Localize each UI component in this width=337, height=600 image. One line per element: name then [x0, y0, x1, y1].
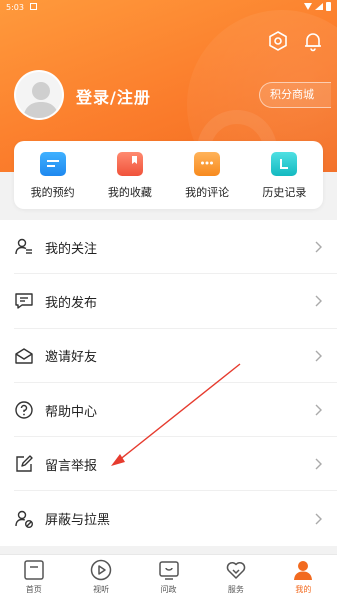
chevron-right-icon	[315, 404, 322, 416]
tab-label: 问政	[160, 585, 177, 594]
battery-icon	[326, 2, 331, 11]
person-list-icon	[15, 238, 32, 255]
quick-action-label: 我的预约	[30, 186, 75, 199]
notification-icon	[30, 3, 37, 10]
help-icon	[15, 401, 33, 419]
calendar-icon	[39, 152, 66, 176]
bottom-tab-bar: 首页 视听 问政 服务 我的	[0, 554, 337, 600]
tab-label: 我的	[295, 585, 312, 594]
edit-icon	[16, 455, 33, 473]
settings-icon[interactable]	[267, 30, 289, 52]
play-icon	[90, 559, 112, 581]
menu-item-label: 帮助中心	[45, 404, 98, 420]
menu-item-label: 我的发布	[45, 295, 98, 311]
envelope-icon	[15, 348, 33, 364]
tab-mine[interactable]: 我的	[270, 555, 337, 600]
quick-action-label: 我的评论	[185, 186, 230, 199]
menu-item-label: 我的关注	[45, 241, 98, 257]
tab-inquiry[interactable]: 问政	[135, 555, 202, 600]
menu-item-block-list[interactable]: 屏蔽与拉黑	[0, 491, 337, 545]
tab-media[interactable]: 视听	[67, 555, 134, 600]
quick-action-label: 我的收藏	[107, 186, 152, 199]
menu-item-label: 留言举报	[45, 458, 98, 474]
wifi-icon	[304, 3, 312, 10]
tv-icon	[158, 561, 179, 580]
chevron-right-icon	[315, 350, 322, 362]
user-icon	[294, 561, 313, 580]
menu-item-posts[interactable]: 我的发布	[0, 274, 337, 329]
chevron-right-icon	[315, 513, 322, 525]
tab-label: 首页	[25, 585, 42, 594]
avatar[interactable]	[14, 70, 64, 120]
points-mall-button[interactable]: 积分商城	[259, 82, 331, 108]
avatar-placeholder-icon	[23, 82, 59, 118]
tab-label: 服务	[227, 585, 244, 594]
status-bar: 5:03	[0, 0, 337, 16]
chevron-right-icon	[315, 241, 322, 253]
bell-icon[interactable]	[302, 30, 324, 52]
quick-actions-card: 我的预约 我的收藏 我的评论 历史记录	[14, 141, 323, 209]
signal-icon	[315, 3, 323, 10]
post-icon	[15, 293, 33, 310]
comment-icon	[194, 152, 221, 176]
chevron-right-icon	[315, 295, 322, 307]
menu-item-following[interactable]: 我的关注	[0, 220, 337, 275]
home-icon	[23, 560, 44, 580]
block-user-icon	[15, 510, 33, 528]
quick-action-comments[interactable]: 我的评论	[169, 141, 246, 209]
menu-item-invite-friends[interactable]: 邀请好友	[0, 329, 337, 383]
tab-label: 视听	[93, 585, 110, 594]
bookmark-icon	[116, 152, 143, 176]
quick-action-reservations[interactable]: 我的预约	[14, 141, 91, 209]
menu-item-label: 邀请好友	[45, 350, 98, 366]
menu-item-feedback-report[interactable]: 留言举报	[0, 437, 337, 492]
login-register-link[interactable]: 登录/注册	[76, 84, 151, 108]
menu-list: 我的关注 我的发布 邀请好友 帮助中心 留言举报 屏蔽与拉黑	[0, 220, 337, 546]
menu-item-label: 屏蔽与拉黑	[45, 513, 111, 529]
tab-services[interactable]: 服务	[202, 555, 269, 600]
menu-item-help-center[interactable]: 帮助中心	[0, 383, 337, 438]
status-time: 5:03	[6, 3, 24, 12]
tab-home[interactable]: 首页	[0, 555, 67, 600]
heart-icon	[226, 562, 246, 579]
history-icon	[271, 152, 298, 176]
chevron-right-icon	[315, 458, 322, 470]
quick-action-label: 历史记录	[262, 186, 307, 199]
quick-action-history[interactable]: 历史记录	[246, 141, 323, 209]
quick-action-favorites[interactable]: 我的收藏	[91, 141, 168, 209]
